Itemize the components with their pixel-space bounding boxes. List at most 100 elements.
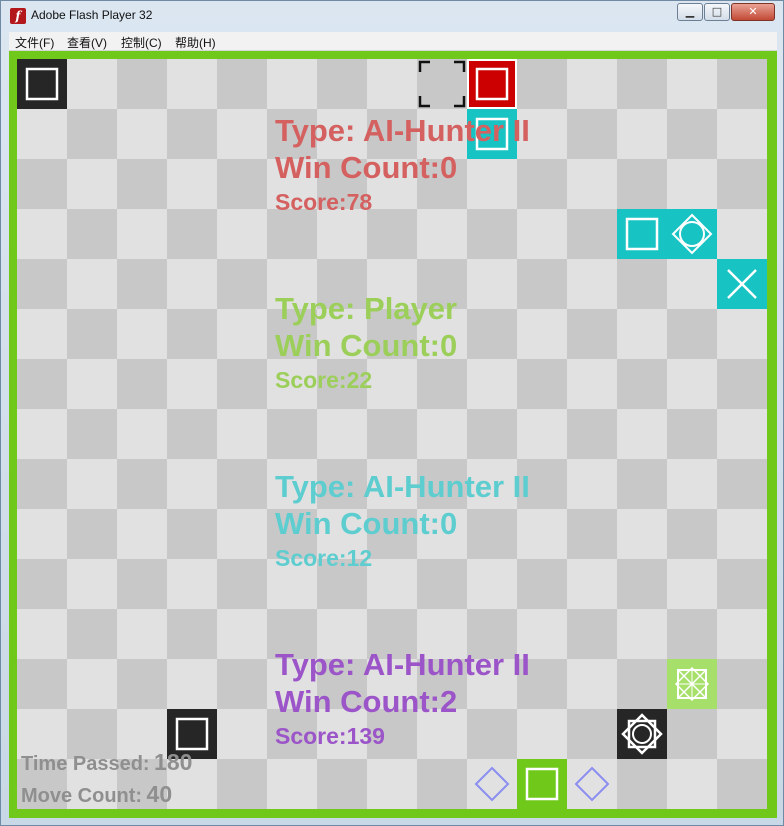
board-cell[interactable] bbox=[417, 409, 467, 459]
board-cell[interactable] bbox=[117, 459, 167, 509]
dark-star-piece[interactable] bbox=[617, 709, 667, 759]
board-cell[interactable] bbox=[167, 609, 217, 659]
board-cell[interactable] bbox=[217, 559, 267, 609]
board-cell[interactable] bbox=[617, 409, 667, 459]
board-cell[interactable] bbox=[167, 559, 217, 609]
board-cell[interactable] bbox=[217, 759, 267, 809]
board-cell[interactable] bbox=[667, 709, 717, 759]
board-cell[interactable] bbox=[67, 459, 117, 509]
close-button[interactable]: ✕ bbox=[731, 3, 775, 21]
board-cell[interactable] bbox=[217, 359, 267, 409]
board-cell[interactable] bbox=[67, 309, 117, 359]
board-cell[interactable] bbox=[117, 659, 167, 709]
board-cell[interactable] bbox=[567, 709, 617, 759]
board-cell[interactable] bbox=[17, 309, 67, 359]
board-cell[interactable] bbox=[167, 159, 217, 209]
board-cell[interactable] bbox=[217, 309, 267, 359]
board-cell[interactable] bbox=[267, 759, 317, 809]
board-cell[interactable] bbox=[717, 309, 767, 359]
board-cell[interactable] bbox=[567, 59, 617, 109]
purple-diamond-piece[interactable] bbox=[467, 759, 517, 809]
board-cell[interactable] bbox=[417, 759, 467, 809]
board-cell[interactable] bbox=[117, 259, 167, 309]
board-cell[interactable] bbox=[567, 309, 617, 359]
board-cell[interactable] bbox=[117, 409, 167, 459]
board-cell[interactable] bbox=[617, 759, 667, 809]
minimize-button[interactable]: ▁ bbox=[677, 3, 703, 21]
board-cell[interactable] bbox=[667, 309, 717, 359]
board-cell[interactable] bbox=[217, 259, 267, 309]
board-cell[interactable] bbox=[667, 509, 717, 559]
dark-square-piece[interactable] bbox=[17, 59, 67, 109]
board-cell[interactable] bbox=[167, 659, 217, 709]
board-cell[interactable] bbox=[717, 59, 767, 109]
title-bar[interactable]: f Adobe Flash Player 32 ▁ □ ✕ bbox=[1, 1, 783, 31]
board-cell[interactable] bbox=[617, 359, 667, 409]
board-cell[interactable] bbox=[567, 659, 617, 709]
light-green-star-piece[interactable] bbox=[667, 659, 717, 709]
board-cell[interactable] bbox=[17, 459, 67, 509]
maximize-button[interactable]: □ bbox=[704, 3, 730, 21]
board-cell[interactable] bbox=[367, 409, 417, 459]
board-cell[interactable] bbox=[617, 59, 667, 109]
board-cell[interactable] bbox=[717, 659, 767, 709]
board-cell[interactable] bbox=[567, 359, 617, 409]
board-cell[interactable] bbox=[517, 59, 567, 109]
board-cell[interactable] bbox=[517, 409, 567, 459]
board-cell[interactable] bbox=[517, 359, 567, 409]
board-cell[interactable] bbox=[217, 159, 267, 209]
board-cell[interactable] bbox=[367, 759, 417, 809]
board-cell[interactable] bbox=[167, 109, 217, 159]
board-cell[interactable] bbox=[467, 259, 517, 309]
board-cell[interactable] bbox=[167, 309, 217, 359]
board-cell[interactable] bbox=[117, 59, 167, 109]
board-cell[interactable] bbox=[117, 359, 167, 409]
board-cell[interactable] bbox=[617, 159, 667, 209]
board-cell[interactable] bbox=[17, 359, 67, 409]
board-cell[interactable] bbox=[67, 159, 117, 209]
board-cell[interactable] bbox=[667, 109, 717, 159]
menu-control[interactable]: 控制(C) bbox=[121, 34, 162, 51]
board-cell[interactable] bbox=[17, 409, 67, 459]
board-cell[interactable] bbox=[617, 609, 667, 659]
board-cell[interactable] bbox=[17, 609, 67, 659]
board-cell[interactable] bbox=[567, 209, 617, 259]
board-cell[interactable] bbox=[617, 109, 667, 159]
board-cell[interactable] bbox=[667, 759, 717, 809]
board-cell[interactable] bbox=[517, 259, 567, 309]
board-cell[interactable] bbox=[717, 759, 767, 809]
board-cell[interactable] bbox=[717, 609, 767, 659]
board-cell[interactable] bbox=[667, 609, 717, 659]
board-cell[interactable] bbox=[117, 209, 167, 259]
board-cell[interactable] bbox=[67, 559, 117, 609]
board-cell[interactable] bbox=[467, 409, 517, 459]
board-cell[interactable] bbox=[17, 659, 67, 709]
board-cell[interactable] bbox=[117, 559, 167, 609]
board-cell[interactable] bbox=[67, 659, 117, 709]
board-cell[interactable] bbox=[717, 359, 767, 409]
board-cell[interactable] bbox=[217, 709, 267, 759]
cyan-star-piece[interactable] bbox=[667, 209, 717, 259]
board-cell[interactable] bbox=[267, 59, 317, 109]
board-cell[interactable] bbox=[717, 559, 767, 609]
board-cell[interactable] bbox=[117, 159, 167, 209]
board-cell[interactable] bbox=[567, 409, 617, 459]
board-cell[interactable] bbox=[217, 409, 267, 459]
board-cell[interactable] bbox=[667, 359, 717, 409]
board-cell[interactable] bbox=[67, 109, 117, 159]
board-cell[interactable] bbox=[117, 309, 167, 359]
board-cell[interactable] bbox=[67, 59, 117, 109]
menu-view[interactable]: 查看(V) bbox=[67, 34, 107, 51]
board-cell[interactable] bbox=[217, 109, 267, 159]
menu-file[interactable]: 文件(F) bbox=[15, 34, 54, 51]
board-cell[interactable] bbox=[617, 509, 667, 559]
board-cell[interactable] bbox=[67, 209, 117, 259]
board-cell[interactable] bbox=[717, 709, 767, 759]
board-cell[interactable] bbox=[567, 509, 617, 559]
board-cell[interactable] bbox=[217, 209, 267, 259]
board-cell[interactable] bbox=[667, 559, 717, 609]
board-cell[interactable] bbox=[117, 609, 167, 659]
green-square-piece[interactable] bbox=[517, 759, 567, 809]
board-cell[interactable] bbox=[167, 509, 217, 559]
board-cell[interactable] bbox=[617, 309, 667, 359]
